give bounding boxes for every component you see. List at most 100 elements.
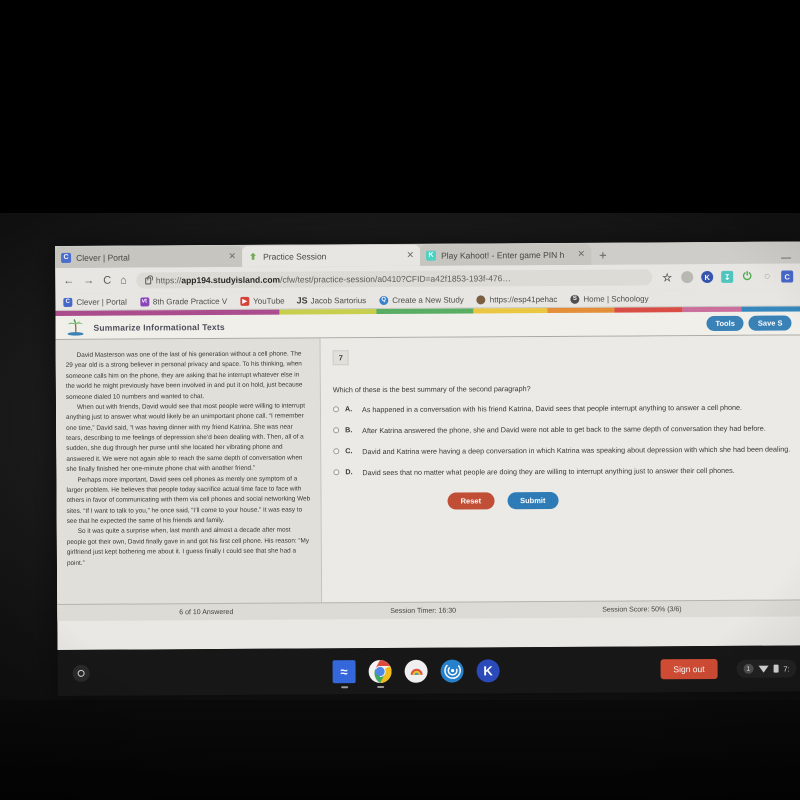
minimize-window-button[interactable] bbox=[781, 257, 792, 259]
choice-letter: A. bbox=[344, 404, 353, 414]
home-icon[interactable]: ⌂ bbox=[120, 274, 127, 286]
bookmark-label: 8th Grade Practice V bbox=[152, 296, 228, 306]
wave-app-icon[interactable]: ≈ bbox=[332, 659, 356, 688]
address-bar[interactable]: https://app194.studyisland.com/cfw/test/… bbox=[135, 269, 653, 289]
chromeos-shelf: ≈ K Sign out 1 7: bbox=[57, 645, 800, 696]
header-buttons: Tools Save S bbox=[706, 315, 792, 332]
launcher-icon[interactable] bbox=[72, 664, 90, 682]
submit-button[interactable]: Submit bbox=[507, 491, 559, 509]
save-session-button[interactable]: Save S bbox=[748, 315, 792, 331]
shelf-app-icons: ≈ K bbox=[332, 658, 500, 688]
reset-button[interactable]: Reset bbox=[447, 491, 495, 510]
rainbow-app-icon[interactable] bbox=[404, 659, 428, 683]
clever-bookmark-icon: C bbox=[63, 297, 73, 307]
stripe-segment bbox=[279, 309, 377, 315]
close-icon[interactable]: ✕ bbox=[396, 250, 414, 261]
passage-paragraph: Perhaps more important, David sees cell … bbox=[66, 475, 311, 525]
bookmark-youtube[interactable]: ▶ YouTube bbox=[240, 296, 285, 306]
choice-letter: D. bbox=[345, 467, 353, 477]
clever-icon: C bbox=[61, 252, 72, 263]
forward-icon[interactable]: → bbox=[83, 274, 94, 286]
youtube-bookmark-icon: ▶ bbox=[240, 296, 250, 306]
close-icon[interactable]: ✕ bbox=[218, 251, 236, 262]
status-bar: 6 of 10 Answered Session Timer: 16:30 Se… bbox=[57, 599, 800, 621]
power-extension-icon[interactable]: ⏻ bbox=[741, 270, 753, 283]
passage-panel: David Masterson was one of the last of h… bbox=[55, 338, 323, 621]
kahoot-extension-icon[interactable]: K bbox=[701, 270, 714, 284]
answer-choice-c[interactable]: C. David and Katrina were having a deep … bbox=[333, 444, 792, 458]
answer-choice-d[interactable]: D. David sees that no matter what people… bbox=[333, 465, 792, 479]
passage-paragraph: When out with friends, David would see t… bbox=[66, 402, 306, 474]
url-text: https://app194.studyisland.com/cfw/test/… bbox=[155, 273, 511, 286]
kahoot-icon: K bbox=[426, 250, 437, 261]
studyisland-body: David Masterson was one of the last of h… bbox=[55, 334, 800, 621]
bookmark-create-a-new-study[interactable]: Q Create a New Study bbox=[379, 295, 464, 305]
new-tab-button[interactable]: + bbox=[591, 248, 615, 265]
stripe-segment bbox=[681, 306, 742, 313]
reload-icon[interactable]: C bbox=[103, 274, 111, 286]
studyisland-icon bbox=[248, 251, 258, 261]
answer-choice-b[interactable]: B. After Katrina answered the phone, she… bbox=[333, 423, 792, 437]
sign-out-button[interactable]: Sign out bbox=[660, 658, 718, 680]
studyisland-page: Summarize Informational Texts Tools Save… bbox=[55, 306, 800, 650]
circle-extension-icon[interactable]: ○ bbox=[761, 271, 773, 283]
browser-tab-kahoot[interactable]: K Play Kahoot! - Enter game PIN h ✕ bbox=[419, 243, 592, 266]
bookmark-home-schoology[interactable]: S Home | Schoology bbox=[570, 293, 649, 304]
radio-button[interactable] bbox=[333, 469, 340, 476]
teal-extension-icon[interactable]: ↧ bbox=[721, 270, 734, 283]
system-tray[interactable]: 1 7: bbox=[736, 659, 797, 678]
bookmark-label: Create a New Study bbox=[392, 295, 464, 305]
clever-extension-icon[interactable]: C bbox=[781, 270, 794, 283]
bookmark-jacob-sartorius[interactable]: JS Jacob Sartorius bbox=[296, 295, 367, 306]
dark-foreground bbox=[0, 700, 800, 800]
star-icon[interactable]: ☆ bbox=[661, 271, 673, 284]
radio-button[interactable] bbox=[332, 406, 340, 413]
bookmark-label: https://esp41pehac bbox=[489, 294, 558, 304]
stripe-segment bbox=[473, 307, 548, 314]
kahoot-app-icon[interactable]: K bbox=[476, 658, 500, 682]
palm-tree-logo-icon bbox=[65, 318, 85, 336]
action-buttons: Reset Submit bbox=[334, 490, 793, 510]
lock-icon bbox=[144, 276, 151, 284]
vt-bookmark-icon: vt bbox=[139, 296, 149, 306]
stripe-segment bbox=[614, 307, 682, 313]
chrome-icon[interactable] bbox=[368, 659, 392, 688]
choice-letter: B. bbox=[345, 425, 353, 435]
session-timer: Session Timer: 16:30 bbox=[390, 607, 457, 615]
question-prompt: Which of these is the best summary of th… bbox=[332, 384, 531, 395]
choice-text: David and Katrina were having a deep con… bbox=[362, 444, 791, 457]
back-icon[interactable]: ← bbox=[63, 274, 74, 286]
tab-strip: C Clever | Portal ✕ Practice Session ✕ K… bbox=[55, 241, 800, 268]
tab-title: Clever | Portal bbox=[76, 252, 130, 263]
esp-bookmark-icon bbox=[476, 294, 486, 304]
answer-choices: A. As happened in a conversation with hi… bbox=[332, 402, 792, 479]
notification-badge: 1 bbox=[743, 663, 754, 674]
answered-count: 6 of 10 Answered bbox=[179, 608, 234, 616]
radio-button[interactable] bbox=[333, 448, 340, 455]
bookmark-clever-portal[interactable]: C Clever | Portal bbox=[63, 297, 127, 307]
close-icon[interactable]: ✕ bbox=[567, 249, 585, 260]
passage-paragraph: So it was quite a surprise when, last mo… bbox=[66, 526, 310, 567]
extension-gray-icon[interactable] bbox=[681, 271, 694, 284]
choice-text: As happened in a conversation with his f… bbox=[361, 402, 743, 415]
browser-tab-practice-session[interactable]: Practice Session ✕ bbox=[242, 244, 421, 267]
tab-title: Play Kahoot! - Enter game PIN h bbox=[441, 249, 565, 261]
tools-button[interactable]: Tools bbox=[706, 315, 744, 332]
bookmark-esp41pehac[interactable]: https://esp41pehac bbox=[476, 294, 558, 304]
session-score: Session Score: 50% (3/6) bbox=[602, 605, 682, 614]
bookmark-8th-grade-practice[interactable]: vt 8th Grade Practice V bbox=[139, 296, 228, 306]
js-bookmark-icon: JS bbox=[296, 295, 308, 306]
blue-target-app-icon[interactable] bbox=[440, 659, 464, 683]
bookmark-label: YouTube bbox=[253, 296, 285, 306]
bookmark-label: Clever | Portal bbox=[76, 297, 127, 307]
bookmark-label: Home | Schoology bbox=[583, 293, 649, 304]
page-title: Summarize Informational Texts bbox=[93, 321, 225, 333]
answer-choice-a[interactable]: A. As happened in a conversation with hi… bbox=[332, 402, 792, 416]
question-panel: 7 Which of these is the best summary of … bbox=[320, 335, 800, 620]
stripe-segment bbox=[376, 308, 474, 315]
radio-button[interactable] bbox=[333, 427, 340, 434]
choice-letter: C. bbox=[345, 446, 353, 456]
browser-tab-clever[interactable]: C Clever | Portal ✕ bbox=[55, 245, 243, 268]
bookmark-label: Jacob Sartorius bbox=[310, 295, 367, 305]
question-number: 7 bbox=[332, 350, 349, 366]
